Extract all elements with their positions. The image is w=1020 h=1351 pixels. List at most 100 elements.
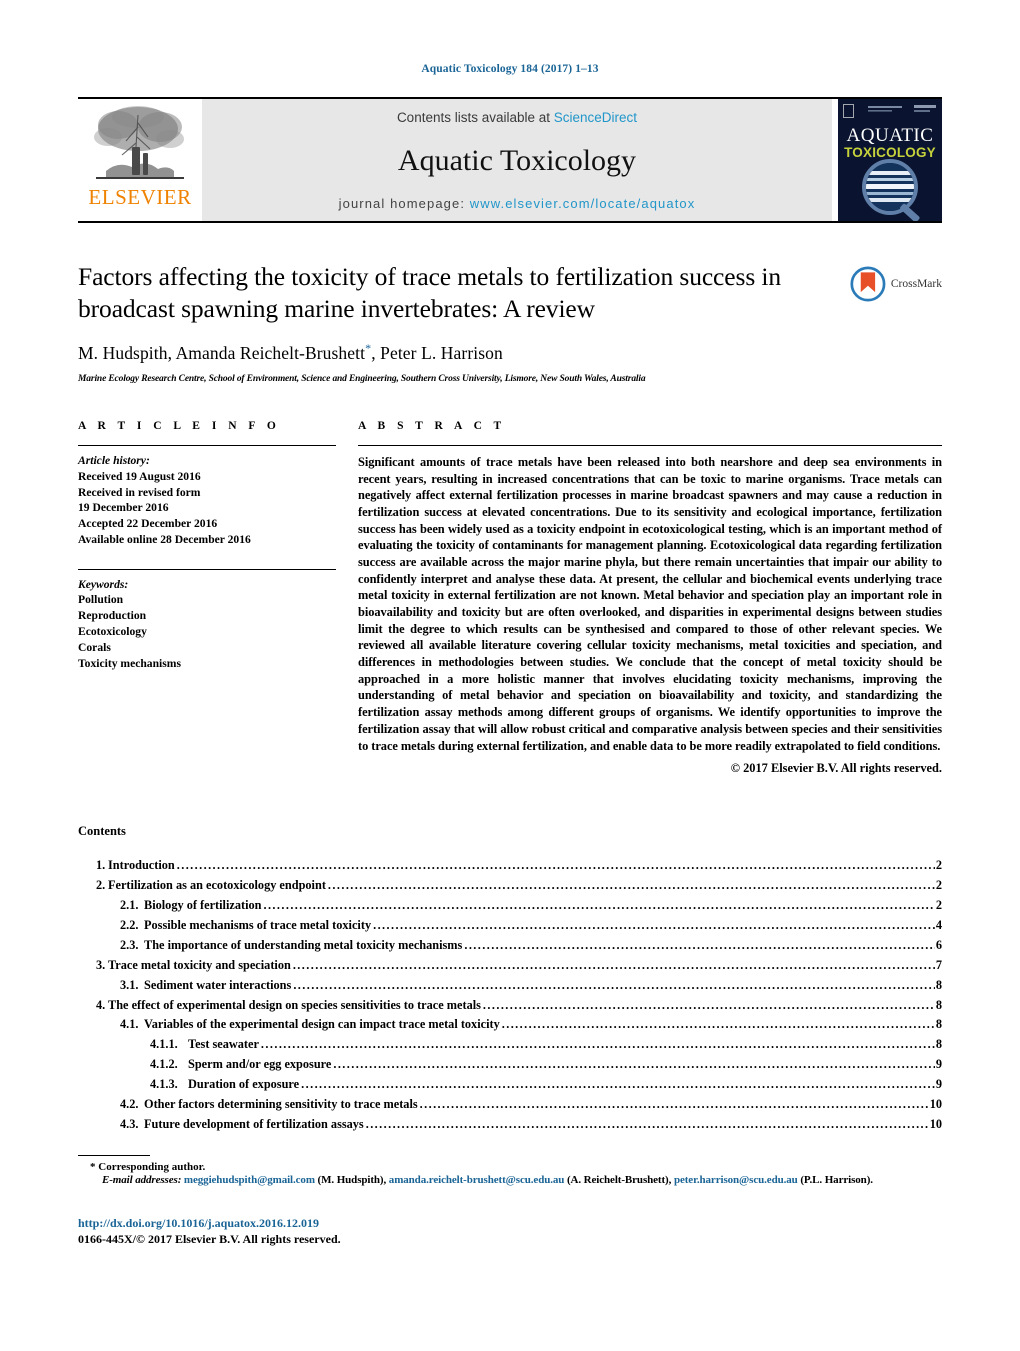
- toc-entry[interactable]: 2.3. The importance of understanding meta…: [78, 936, 942, 956]
- toc-entry[interactable]: 2. Fertilization as an ecotoxicology endp…: [78, 876, 942, 896]
- toc-entry[interactable]: 4.1.2. Sperm and/or egg exposure.........…: [78, 1055, 942, 1075]
- journal-homepage-prefix: journal homepage:: [338, 196, 470, 211]
- toc-entry[interactable]: 4. The effect of experimental design on s…: [78, 996, 942, 1016]
- issn-copyright-line: 0166-445X/© 2017 Elsevier B.V. All right…: [78, 1232, 341, 1246]
- toc-entry[interactable]: 1. Introduction..........................…: [78, 856, 942, 876]
- abstract-heading: A B S T R A C T: [358, 420, 506, 433]
- author-affiliation: Marine Ecology Research Centre, School o…: [78, 374, 646, 385]
- contents-available-prefix: Contents lists available at: [396, 110, 554, 125]
- toc-entry-number: 4.1.2.: [150, 1057, 178, 1072]
- journal-homepage-link[interactable]: www.elsevier.com/locate/aquatox: [470, 196, 696, 211]
- toc-entry-label: Fertilization as an ecotoxicology endpoi…: [108, 878, 326, 893]
- email-link[interactable]: peter.harrison@scu.edu.au: [674, 1174, 798, 1186]
- journal-homepage-line: journal homepage: www.elsevier.com/locat…: [339, 196, 696, 211]
- toc-entry-number: 3.: [96, 957, 106, 972]
- page-footer: * Corresponding author. E-mail addresses…: [78, 1155, 942, 1247]
- article-history-item: Received in revised form: [78, 485, 201, 499]
- toc-entry-number: 4.1.1.: [150, 1037, 178, 1052]
- toc-leader-dots: ........................................…: [464, 937, 935, 952]
- toc-entry-label: Biology of fertilization: [144, 897, 262, 912]
- toc-leader-dots: ........................................…: [365, 1116, 929, 1131]
- toc-entry[interactable]: 4.2. Other factors determining sensitivit…: [78, 1095, 942, 1115]
- keywords-rule: [78, 568, 336, 570]
- toc-entry-number: 2.1.: [120, 897, 139, 912]
- toc-entry-number: 4.1.: [120, 1017, 139, 1032]
- toc-entry-label: Other factors determining sensitivity to…: [144, 1097, 418, 1112]
- crossmark-label: CrossMark: [890, 278, 942, 290]
- article-info-heading: A R T I C L E I N F O: [78, 420, 281, 433]
- email-link[interactable]: amanda.reichelt-brushett@scu.edu.au: [389, 1174, 565, 1186]
- toc-entry-label: The effect of experimental design on spe…: [108, 997, 481, 1012]
- toc-leader-dots: ........................................…: [373, 917, 935, 932]
- svg-text:TOXICOLOGY: TOXICOLOGY: [844, 145, 936, 160]
- corresponding-author-note: * Corresponding author.: [90, 1161, 206, 1173]
- toc-entry[interactable]: 4.1.3. Duration of exposure..............…: [78, 1075, 942, 1095]
- toc-leader-dots: ........................................…: [301, 1077, 935, 1092]
- toc-leader-dots: ........................................…: [419, 1097, 929, 1112]
- toc-leader-dots: ........................................…: [327, 878, 935, 893]
- article-history: Article history: Received 19 August 2016…: [78, 453, 336, 548]
- toc-entry-page: 10: [929, 1097, 942, 1112]
- keyword-item: Corals: [78, 640, 111, 654]
- abstract-rule: [358, 445, 942, 447]
- toc-leader-dots: ........................................…: [333, 1057, 934, 1072]
- toc-entry[interactable]: 4.3. Future development of fertilization …: [78, 1115, 942, 1135]
- toc-entry-number: 3.1.: [120, 977, 139, 992]
- crossmark-badge[interactable]: CrossMark: [850, 261, 942, 307]
- article-history-item: Accepted 22 December 2016: [78, 517, 218, 531]
- journal-masthead: ELSEVIER Contents lists available at Sci…: [78, 97, 942, 223]
- doi-link[interactable]: http://dx.doi.org/10.1016/j.aquatox.2016…: [78, 1216, 942, 1231]
- toc-entry-page: 8: [935, 1017, 942, 1032]
- title-block: Factors affecting the toxicity of trace …: [78, 261, 942, 384]
- toc-entry-page: 10: [929, 1116, 942, 1131]
- article-info-rule: [78, 445, 336, 447]
- toc-entry-label: Future development of fertilization assa…: [144, 1116, 364, 1131]
- toc-entry-page: 9: [935, 1077, 942, 1092]
- contents-available-line: Contents lists available at ScienceDirec…: [397, 110, 637, 125]
- toc-entry[interactable]: 3.1. Sediment water interactions.........…: [78, 976, 942, 996]
- toc-leader-dots: ........................................…: [263, 897, 935, 912]
- toc-entry-number: 1.: [96, 858, 106, 873]
- svg-text:AQUATIC: AQUATIC: [847, 125, 934, 146]
- toc-entry-number: 4.: [96, 997, 106, 1012]
- toc-entry-number: 4.2.: [120, 1097, 139, 1112]
- keywords-list: Keywords: Pollution Reproduction Ecotoxi…: [78, 577, 336, 672]
- running-head-citation: Aquatic Toxicology 184 (2017) 1–13: [421, 63, 599, 75]
- footnote-rule: [78, 1155, 150, 1156]
- toc-entry-page: 6: [935, 937, 942, 952]
- toc-leader-dots: ........................................…: [501, 1017, 935, 1032]
- toc-entry-label: Sediment water interactions: [144, 977, 292, 992]
- email-owner: (A. Reichelt-Brushett),: [564, 1174, 674, 1186]
- toc-entry-label: The importance of understanding metal to…: [144, 937, 463, 952]
- toc-entry-label: Possible mechanisms of trace metal toxic…: [144, 917, 372, 932]
- author-list: M. Hudspith, Amanda Reichelt-Brushett*, …: [78, 341, 942, 364]
- toc-entry[interactable]: 4.1. Variables of the experimental design…: [78, 1015, 942, 1035]
- toc-entry-page: 2: [935, 858, 942, 873]
- contents-section: Contents 1. Introduction.................…: [78, 824, 942, 1135]
- toc-entry[interactable]: 4.1.1. Test seawater.....................…: [78, 1035, 942, 1055]
- sciencedirect-link[interactable]: ScienceDirect: [554, 110, 637, 125]
- toc-leader-dots: ........................................…: [482, 997, 935, 1012]
- toc-leader-dots: ........................................…: [293, 977, 935, 992]
- journal-title: Aquatic Toxicology: [397, 143, 637, 177]
- toc-entry[interactable]: 2.2. Possible mechanisms of trace metal t…: [78, 916, 942, 936]
- toc-entry[interactable]: 2.1. Biology of fertilization............…: [78, 896, 942, 916]
- toc-entry-number: 2.2.: [120, 917, 139, 932]
- elsevier-wordmark: ELSEVIER: [88, 185, 192, 209]
- info-and-abstract: A R T I C L E I N F O Article history: R…: [78, 420, 942, 776]
- toc-entry-label: Introduction: [108, 858, 175, 873]
- email-link[interactable]: meggiehudspith@gmail.com: [184, 1174, 315, 1186]
- toc-entry-number: 4.1.3.: [150, 1077, 178, 1092]
- toc-entry-page: 2: [935, 878, 942, 893]
- contents-heading: Contents: [78, 824, 126, 839]
- article-info-column: A R T I C L E I N F O Article history: R…: [78, 420, 336, 776]
- toc-entry[interactable]: 3. Trace metal toxicity and speciation...…: [78, 956, 942, 976]
- elsevier-tree-icon: [88, 103, 192, 189]
- toc-entry-label: Duration of exposure: [188, 1077, 300, 1092]
- keywords-label: Keywords:: [78, 577, 129, 591]
- toc-leader-dots: ........................................…: [292, 957, 935, 972]
- toc-entry-number: 4.3.: [120, 1116, 139, 1131]
- doi-block: http://dx.doi.org/10.1016/j.aquatox.2016…: [78, 1216, 942, 1247]
- toc-leader-dots: ........................................…: [260, 1037, 935, 1052]
- toc-entry-label: Trace metal toxicity and speciation: [108, 957, 291, 972]
